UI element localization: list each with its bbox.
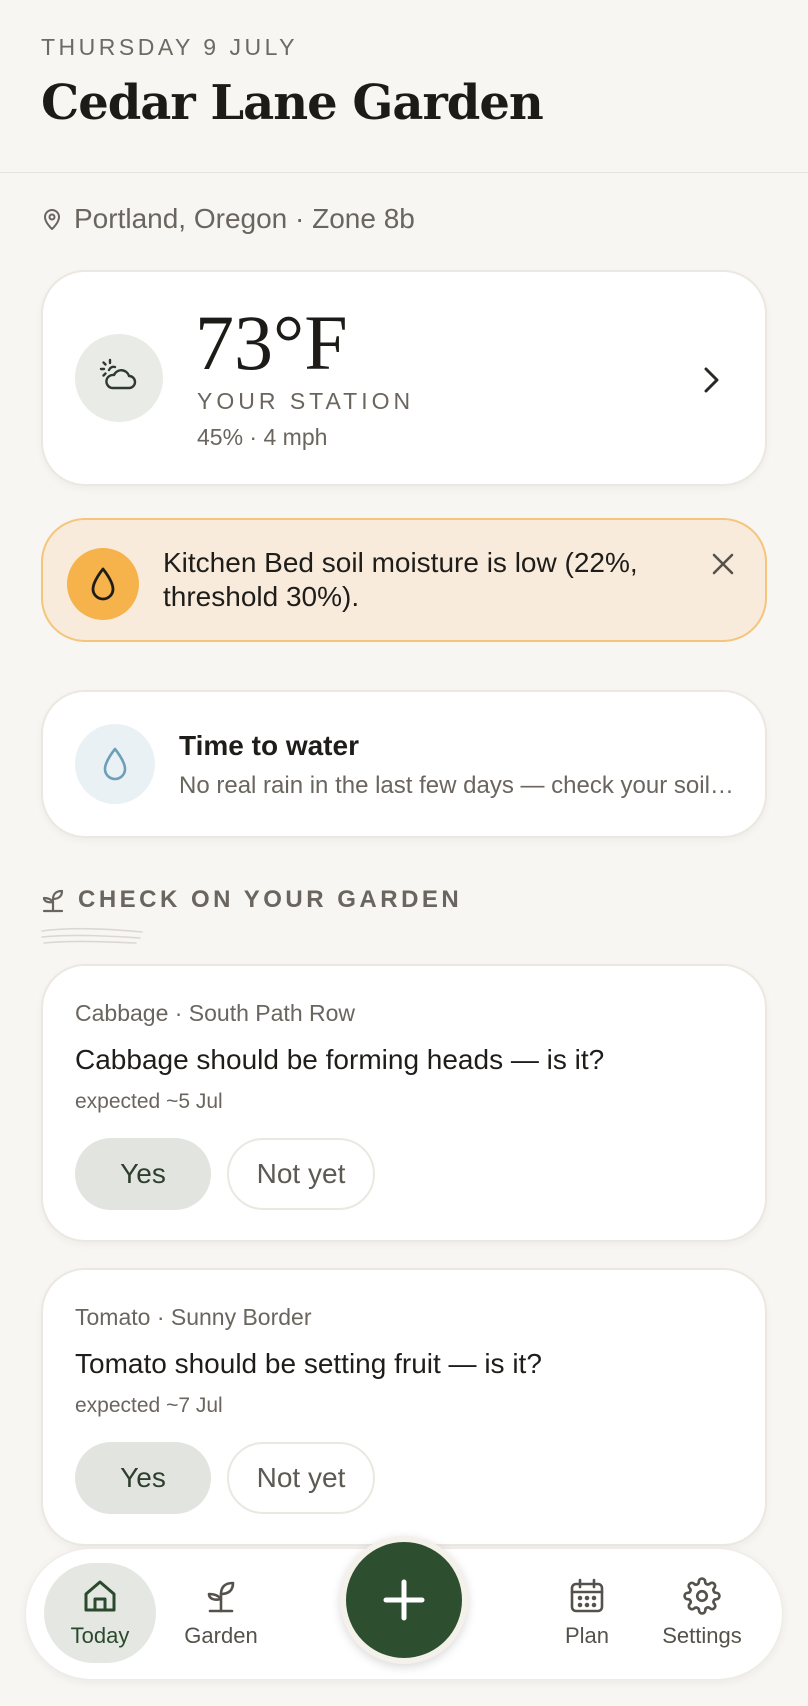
page-title: Cedar Lane Garden [41, 75, 544, 131]
section-header: CHECK ON YOUR GARDEN [40, 886, 462, 914]
plus-icon [383, 1579, 425, 1621]
check-question: Tomato should be setting fruit — is it? [75, 1348, 542, 1379]
sprout-icon [42, 889, 64, 913]
section-title: CHECK ON YOUR GARDEN [78, 886, 463, 913]
water-drop-icon [91, 567, 115, 601]
gear-icon [683, 1577, 721, 1615]
section-underline [41, 927, 143, 944]
alert-icon-circle [67, 548, 139, 620]
check-subtitle: Tomato · Sunny Border [75, 1304, 312, 1330]
sprout-icon [207, 1581, 235, 1613]
nav-garden-label: Garden [184, 1623, 258, 1648]
date-label: THURSDAY 9 JULY [41, 34, 298, 60]
weather-card[interactable]: 73°F YOUR STATION 45% · 4 mph [41, 270, 767, 486]
weather-meta: 45% · 4 mph [197, 424, 328, 450]
temperature: 73°F [195, 299, 348, 386]
nav-plan-label: Plan [564, 1623, 610, 1648]
check-subtitle: Cabbage · South Path Row [75, 1000, 356, 1026]
add-button[interactable] [340, 1536, 468, 1664]
water-title: Time to water [179, 730, 359, 761]
close-icon [712, 553, 734, 575]
location-row: Portland, Oregon · Zone 8b [40, 203, 808, 235]
chevron-right-icon[interactable] [697, 364, 725, 396]
yes-button[interactable]: Yes [75, 1138, 211, 1210]
home-icon [84, 1580, 116, 1612]
water-subtitle: No real rain in the last few days — chec… [179, 772, 739, 799]
nav-plan[interactable]: Plan [531, 1563, 643, 1663]
nav-today-label: Today [70, 1623, 130, 1648]
water-drop-icon [103, 747, 127, 781]
close-alert-button[interactable] [707, 548, 739, 580]
not-yet-button[interactable]: Not yet [227, 1138, 375, 1210]
check-expected: expected ~5 Jul [75, 1090, 223, 1113]
page-header: THURSDAY 9 JULY Cedar Lane Garden [0, 0, 808, 173]
not-yet-button[interactable]: Not yet [227, 1442, 375, 1514]
garden-check-card: Tomato · Sunny Border Tomato should be s… [41, 1268, 767, 1546]
yes-button[interactable]: Yes [75, 1442, 211, 1514]
partly-sunny-icon [99, 358, 137, 390]
map-pin-icon [44, 209, 60, 230]
weather-icon-circle [75, 334, 163, 422]
watering-card[interactable]: Time to water No real rain in the last f… [41, 690, 767, 838]
nav-settings-label: Settings [662, 1623, 742, 1648]
nav-settings[interactable]: Settings [640, 1563, 764, 1663]
nav-garden[interactable]: Garden [165, 1563, 277, 1663]
nav-today[interactable]: Today [44, 1563, 156, 1663]
station-label: YOUR STATION [197, 388, 415, 414]
location-text: Portland, Oregon · Zone 8b [74, 203, 415, 234]
water-icon-circle [75, 724, 155, 804]
moisture-alert: Kitchen Bed soil moisture is low (22%, t… [41, 518, 767, 642]
check-question: Cabbage should be forming heads — is it? [75, 1044, 605, 1075]
check-expected: expected ~7 Jul [75, 1394, 223, 1417]
alert-message: Kitchen Bed soil moisture is low (22%, t… [163, 547, 638, 612]
calendar-icon [570, 1578, 604, 1613]
garden-check-card: Cabbage · South Path Row Cabbage should … [41, 964, 767, 1242]
